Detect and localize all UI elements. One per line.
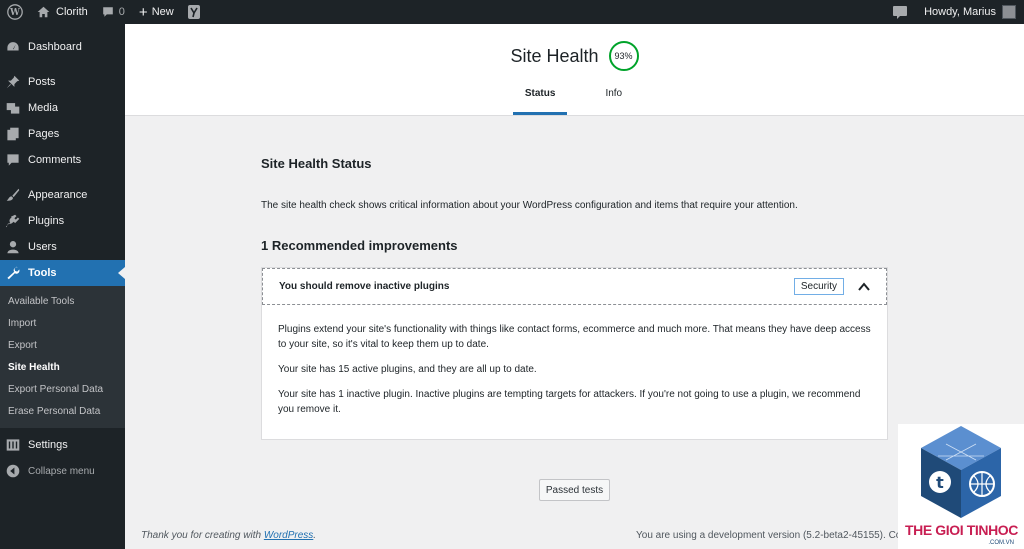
submenu-item-erase-personal-data[interactable]: Erase Personal Data bbox=[0, 401, 125, 423]
plugin-icon bbox=[6, 214, 20, 228]
sidebar-item-label: Appearance bbox=[28, 189, 88, 201]
sidebar-item-plugins[interactable]: Plugins bbox=[0, 208, 125, 234]
howdy-text: Howdy, Marius bbox=[924, 6, 996, 18]
issue-paragraph: Plugins extend your site's functionality… bbox=[278, 324, 871, 350]
sidebar-item-appearance[interactable]: Appearance bbox=[0, 182, 125, 208]
issue-description: Plugins extend your site's functionality… bbox=[262, 305, 887, 417]
tools-submenu: Available Tools Import Export Site Healt… bbox=[0, 286, 125, 428]
footer-thanks-text: Thank you for creating with bbox=[141, 530, 264, 541]
sidebar-item-label: Dashboard bbox=[28, 41, 82, 53]
yoast-icon[interactable] bbox=[181, 0, 207, 24]
sidebar-item-posts[interactable]: Posts bbox=[0, 69, 125, 95]
sidebar-item-label: Users bbox=[28, 241, 57, 253]
user-account-link[interactable]: Howdy, Marius bbox=[917, 0, 1024, 24]
issue-paragraph: Your site has 1 inactive plugin. Inactiv… bbox=[278, 389, 861, 415]
submenu-item-import[interactable]: Import bbox=[0, 313, 125, 335]
tab-bar: Status Info bbox=[125, 83, 1024, 115]
issue-accordion: You should remove inactive plugins Secur… bbox=[261, 267, 888, 440]
status-heading: Site Health Status bbox=[261, 156, 372, 171]
wordpress-link[interactable]: WordPress bbox=[264, 530, 313, 541]
sidebar-item-label: Pages bbox=[28, 128, 60, 140]
notifications-icon[interactable] bbox=[886, 0, 917, 24]
submenu-item-export[interactable]: Export bbox=[0, 335, 125, 357]
site-name-link[interactable]: Clorith bbox=[30, 0, 95, 24]
wrench-icon bbox=[6, 266, 20, 280]
home-icon bbox=[37, 6, 50, 18]
sidebar-item-dashboard[interactable]: Dashboard bbox=[0, 34, 125, 60]
sidebar-item-label: Settings bbox=[28, 439, 68, 451]
sidebar-item-label: Tools bbox=[28, 267, 57, 279]
sidebar-item-tools[interactable]: Tools bbox=[0, 260, 125, 286]
avatar bbox=[1002, 5, 1016, 19]
users-icon bbox=[6, 240, 20, 254]
collapse-menu-button[interactable]: Collapse menu bbox=[0, 458, 125, 484]
footer-thanks-suffix: . bbox=[313, 530, 317, 541]
submenu-item-available-tools[interactable]: Available Tools bbox=[0, 291, 125, 313]
page-title: Site Health bbox=[510, 45, 599, 66]
security-badge: Security bbox=[793, 278, 844, 295]
site-name: Clorith bbox=[56, 6, 88, 18]
comment-icon bbox=[102, 7, 113, 17]
admin-bar: W Clorith 0 + New Howdy, Marius bbox=[0, 0, 1024, 24]
recommended-heading: 1 Recommended improvements bbox=[261, 238, 458, 253]
admin-sidebar: Dashboard Posts Media Pages Comments App… bbox=[0, 24, 125, 549]
sidebar-item-label: Collapse menu bbox=[28, 465, 95, 477]
sidebar-item-media[interactable]: Media bbox=[0, 95, 125, 121]
issue-title: You should remove inactive plugins bbox=[279, 281, 450, 292]
sidebar-item-users[interactable]: Users bbox=[0, 234, 125, 260]
svg-text:t: t bbox=[936, 473, 944, 492]
brush-icon bbox=[6, 188, 20, 202]
sidebar-item-label: Media bbox=[28, 102, 58, 114]
cube-logo-icon: t bbox=[921, 426, 1001, 518]
watermark-subtext: .COM.VN bbox=[988, 540, 1014, 546]
new-content-link[interactable]: + New bbox=[132, 0, 181, 24]
sidebar-item-pages[interactable]: Pages bbox=[0, 121, 125, 147]
watermark-text: THE GIOI TINHOC bbox=[905, 522, 1019, 538]
site-health-header: Site Health 93% Status Info bbox=[125, 24, 1024, 116]
comments-count: 0 bbox=[118, 6, 125, 18]
media-icon bbox=[6, 101, 20, 115]
issue-accordion-toggle[interactable]: You should remove inactive plugins Secur… bbox=[262, 268, 887, 305]
intro-text: The site health check shows critical inf… bbox=[261, 200, 798, 211]
pages-icon bbox=[6, 127, 20, 141]
passed-tests-button[interactable]: Passed tests bbox=[539, 479, 610, 501]
dashboard-icon bbox=[6, 40, 20, 54]
watermark-logo: t THE GIOI TINHOC .COM.VN bbox=[898, 424, 1024, 549]
footer-thanks: Thank you for creating with WordPress. bbox=[141, 530, 316, 541]
wordpress-logo-icon[interactable]: W bbox=[0, 0, 30, 24]
plus-icon: + bbox=[138, 3, 148, 21]
sidebar-item-comments[interactable]: Comments bbox=[0, 147, 125, 173]
sidebar-item-settings[interactable]: Settings bbox=[0, 432, 125, 458]
sidebar-item-label: Posts bbox=[28, 76, 56, 88]
tab-status[interactable]: Status bbox=[512, 83, 568, 115]
comment-icon bbox=[6, 153, 20, 167]
submenu-item-site-health[interactable]: Site Health bbox=[0, 357, 125, 379]
issue-paragraph: Your site has 15 active plugins, and the… bbox=[278, 364, 537, 375]
sidebar-item-label: Plugins bbox=[28, 215, 65, 227]
sidebar-item-label: Comments bbox=[28, 154, 82, 166]
health-score-badge: 93% bbox=[608, 41, 639, 71]
new-label: New bbox=[151, 6, 174, 18]
tab-info[interactable]: Info bbox=[591, 83, 636, 115]
chevron-up-icon bbox=[858, 281, 870, 291]
settings-icon bbox=[6, 438, 20, 452]
collapse-icon bbox=[6, 464, 20, 478]
svg-text:W: W bbox=[9, 8, 20, 18]
submenu-item-export-personal-data[interactable]: Export Personal Data bbox=[0, 379, 125, 401]
comments-link[interactable]: 0 bbox=[95, 0, 132, 24]
pin-icon bbox=[6, 75, 20, 89]
